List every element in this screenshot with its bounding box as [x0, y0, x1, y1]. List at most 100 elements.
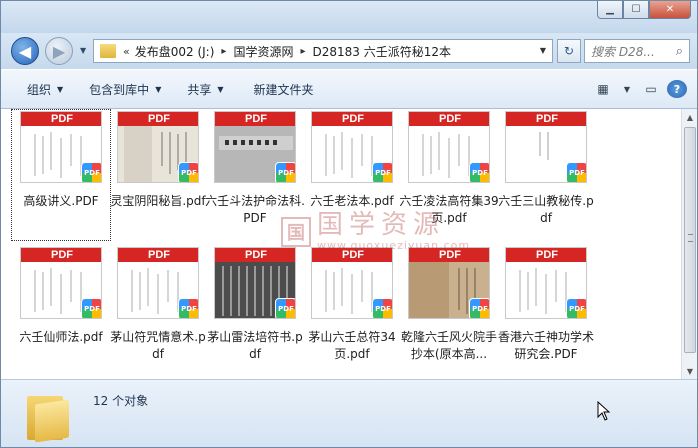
- preview-pane-icon: ▭: [645, 82, 657, 96]
- chevron-down-icon: ▼: [217, 84, 224, 94]
- pdf-thumbnail: PDF PDF: [214, 247, 296, 319]
- pdf-band: PDF: [215, 112, 295, 126]
- pdf-band: PDF: [409, 112, 489, 126]
- pdf-band: PDF: [506, 112, 586, 126]
- command-bar: 组织 ▼ 包含到库中 ▼ 共享 ▼ 新建文件夹 ▦ ▼ ▭ ?: [1, 69, 697, 109]
- navigation-bar: ◀ ▶ ▼ « 发布盘002 (J:) ▸ 国学资源网 ▸ D28183 六壬派…: [1, 33, 697, 69]
- search-input[interactable]: 搜索 D28... ⌕: [584, 39, 690, 63]
- mouse-cursor-icon: [597, 401, 611, 421]
- pdf-app-icon: PDF: [275, 298, 295, 318]
- refresh-button[interactable]: ↻: [557, 39, 581, 63]
- include-in-library-label: 包含到库中: [89, 82, 150, 97]
- new-folder-button[interactable]: 新建文件夹: [254, 77, 314, 101]
- help-icon: ?: [673, 82, 681, 96]
- pdf-app-icon: PDF: [81, 162, 101, 182]
- pdf-app-icon: PDF: [372, 298, 392, 318]
- pdf-band: PDF: [312, 112, 392, 126]
- file-item[interactable]: PDF PDF 香港六壬神功学术研究会.PDF: [496, 245, 596, 377]
- organize-label: 组织: [27, 82, 52, 97]
- breadcrumb-drive[interactable]: 发布盘002 (J:): [135, 43, 215, 60]
- file-item[interactable]: PDF PDF 灵宝阴阳秘旨.pdf: [108, 109, 208, 241]
- pdf-app-icon: PDF: [178, 162, 198, 182]
- pdf-thumbnail: PDF PDF: [20, 247, 102, 319]
- pdf-thumbnail: PDF PDF: [311, 247, 393, 319]
- file-name: 乾隆六壬风火院手抄本(原本高...: [400, 330, 497, 361]
- breadcrumb-separator-icon[interactable]: ▸: [221, 46, 226, 57]
- scroll-up-icon[interactable]: ▲: [682, 109, 698, 125]
- scroll-down-icon[interactable]: ▼: [682, 363, 698, 379]
- pdf-thumbnail: PDF PDF: [408, 247, 490, 319]
- view-options-dropdown[interactable]: ▼: [615, 78, 639, 100]
- window-controls: ▁ ☐ ✕: [597, 1, 691, 19]
- share-label: 共享: [187, 82, 212, 97]
- preview-pane-button[interactable]: ▭: [639, 78, 663, 100]
- new-folder-label: 新建文件夹: [253, 82, 314, 97]
- file-name: 六壬三山教秘传.pdf: [498, 194, 594, 225]
- pdf-app-icon: PDF: [566, 298, 586, 318]
- details-pane: 12 个对象: [1, 379, 697, 447]
- pdf-thumbnail: PDF PDF: [505, 247, 587, 319]
- pdf-thumbnail: PDF PDF: [311, 111, 393, 183]
- pdf-thumbnail: PDF PDF: [214, 111, 296, 183]
- address-bar[interactable]: « 发布盘002 (J:) ▸ 国学资源网 ▸ D28183 六壬派符秘12本 …: [93, 39, 553, 63]
- pdf-band: PDF: [118, 248, 198, 262]
- folder-icon: [100, 44, 116, 58]
- file-item[interactable]: PDF PDF 乾隆六壬风火院手抄本(原本高...: [399, 245, 499, 377]
- pdf-band: PDF: [21, 248, 101, 262]
- vertical-scrollbar[interactable]: ▲ ▼: [681, 109, 697, 379]
- item-count: 12 个对象: [93, 394, 149, 408]
- change-view-button[interactable]: ▦: [591, 78, 615, 100]
- chevron-down-icon: ▼: [57, 84, 64, 94]
- watermark-logo: 国 国学资源 www.guoxueziyuan.com: [281, 211, 470, 252]
- title-bar: ▁ ☐ ✕: [1, 1, 697, 33]
- pdf-app-icon: PDF: [275, 162, 295, 182]
- forward-arrow-icon: ▶: [52, 41, 66, 61]
- file-item[interactable]: PDF PDF 六壬仙师法.pdf: [11, 245, 111, 377]
- pdf-thumbnail: PDF PDF: [117, 111, 199, 183]
- watermark-url: www.guoxueziyuan.com: [317, 239, 471, 252]
- pdf-band: PDF: [21, 112, 101, 126]
- refresh-icon: ↻: [563, 44, 575, 58]
- pdf-thumbnail: PDF PDF: [408, 111, 490, 183]
- pdf-band: PDF: [506, 248, 586, 262]
- organize-button[interactable]: 组织 ▼: [27, 77, 63, 101]
- recent-pages-dropdown[interactable]: ▼: [80, 46, 86, 55]
- view-icon: ▦: [597, 82, 609, 96]
- pdf-thumbnail: PDF PDF: [20, 111, 102, 183]
- scrollbar-thumb[interactable]: [684, 127, 696, 353]
- pdf-app-icon: PDF: [566, 162, 586, 182]
- file-name: 六壬仙师法.pdf: [19, 330, 103, 344]
- address-overflow-chevron[interactable]: «: [123, 45, 130, 58]
- file-item[interactable]: PDF PDF 茅山符咒情意术.pdf: [108, 245, 208, 377]
- file-item[interactable]: PDF PDF 茅山雷法培符书.pdf: [205, 245, 305, 377]
- pdf-app-icon: PDF: [372, 162, 392, 182]
- share-button[interactable]: 共享 ▼: [187, 77, 223, 101]
- close-button[interactable]: ✕: [649, 1, 691, 19]
- pdf-thumbnail: PDF PDF: [117, 247, 199, 319]
- breadcrumb-separator-icon[interactable]: ▸: [300, 46, 305, 57]
- forward-button[interactable]: ▶: [45, 37, 73, 65]
- explorer-window: ▁ ☐ ✕ ◀ ▶ ▼ « 发布盘002 (J:) ▸ 国学资源网 ▸ D281…: [0, 0, 698, 448]
- include-in-library-button[interactable]: 包含到库中 ▼: [89, 77, 161, 101]
- back-button[interactable]: ◀: [11, 37, 39, 65]
- help-button[interactable]: ?: [667, 80, 687, 98]
- grip-icon: [688, 234, 693, 242]
- breadcrumb-folder[interactable]: 国学资源网: [233, 43, 293, 60]
- address-dropdown-icon[interactable]: ▼: [540, 46, 546, 55]
- file-item[interactable]: PDF PDF 六壬三山教秘传.pdf: [496, 109, 596, 241]
- watermark-text: 国学资源: [317, 210, 446, 240]
- file-name: 香港六壬神功学术研究会.PDF: [497, 330, 594, 361]
- pdf-thumbnail: PDF PDF: [505, 111, 587, 183]
- search-placeholder: 搜索 D28...: [591, 44, 655, 59]
- file-item[interactable]: PDF PDF 高级讲义.PDF: [11, 109, 111, 241]
- search-icon[interactable]: ⌕: [676, 44, 683, 59]
- file-name: 茅山符咒情意术.pdf: [110, 330, 206, 361]
- breadcrumb-current[interactable]: D28183 六壬派符秘12本: [312, 43, 451, 60]
- minimize-button[interactable]: ▁: [597, 1, 623, 19]
- pdf-app-icon: PDF: [178, 298, 198, 318]
- pdf-band: PDF: [118, 112, 198, 126]
- pdf-app-icon: PDF: [469, 162, 489, 182]
- pdf-app-icon: PDF: [469, 298, 489, 318]
- file-item[interactable]: PDF PDF 茅山六壬总符34页.pdf: [302, 245, 402, 377]
- maximize-button[interactable]: ☐: [623, 1, 649, 19]
